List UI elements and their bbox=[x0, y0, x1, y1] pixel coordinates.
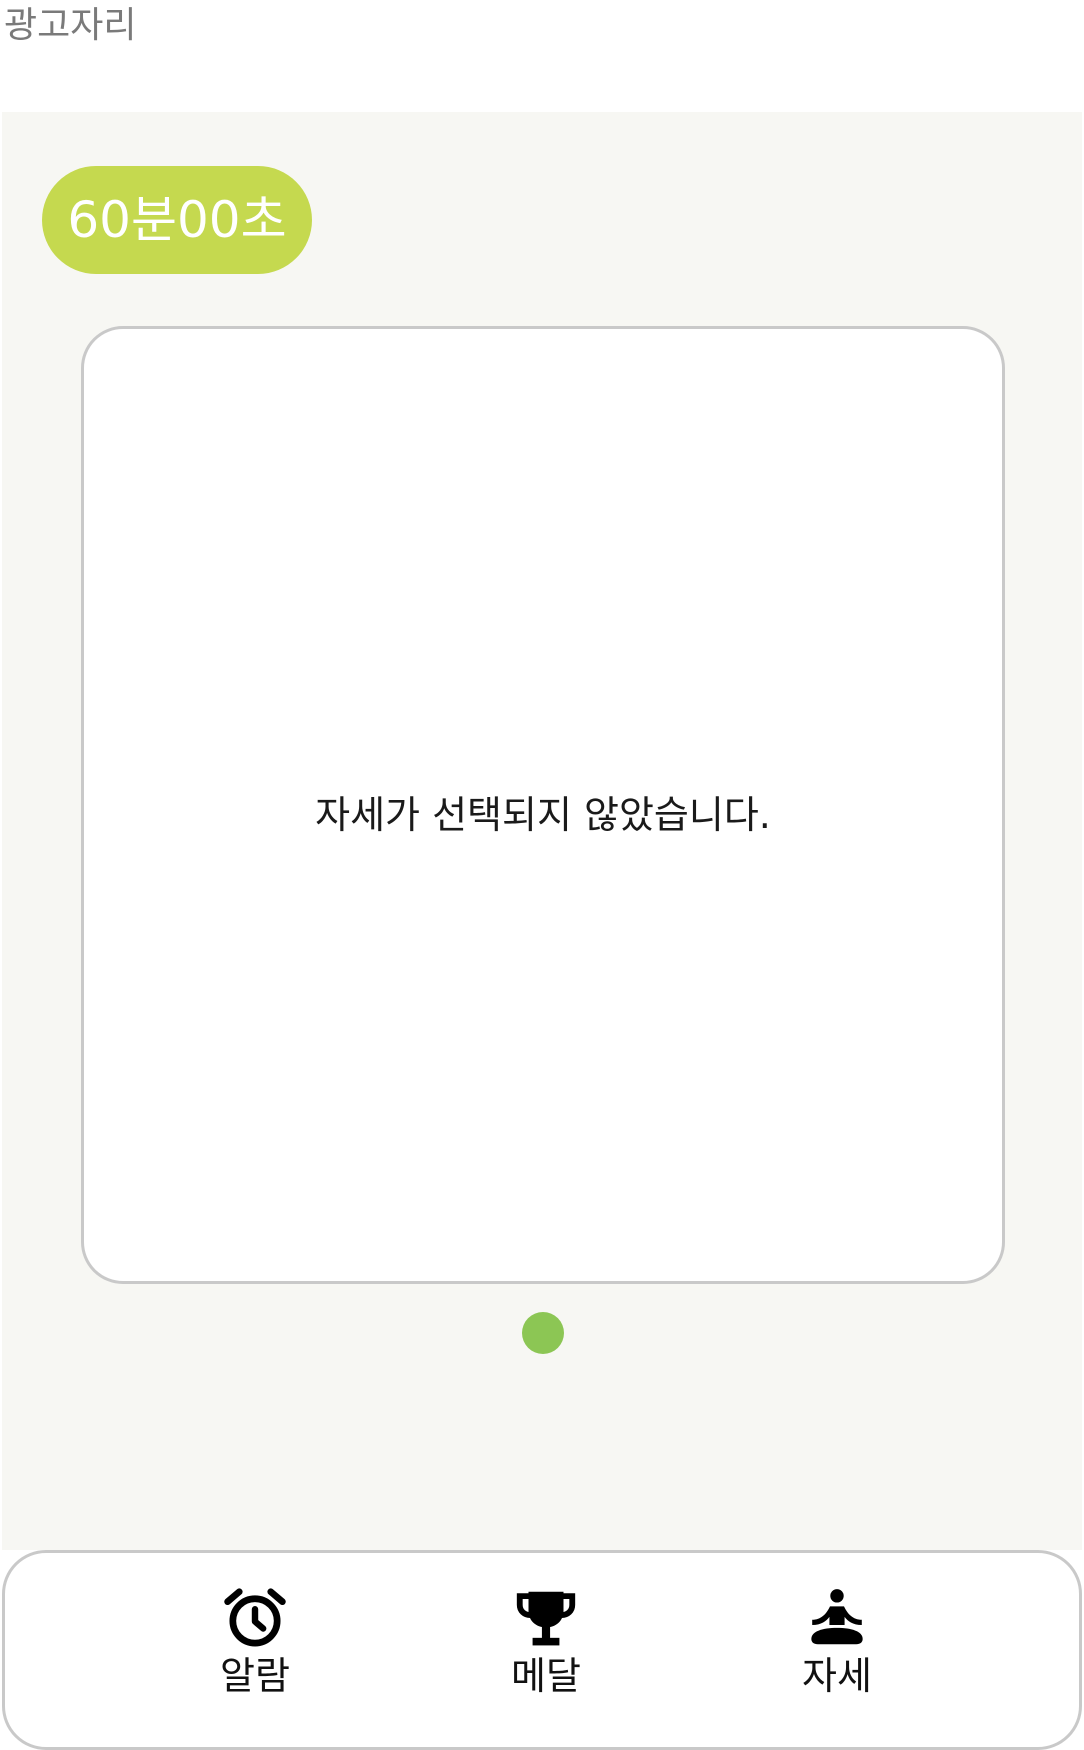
empty-pose-message: 자세가 선택되지 않았습니다. bbox=[315, 792, 771, 837]
pose-card[interactable]: 자세가 선택되지 않았습니다. bbox=[81, 326, 1005, 1284]
nav-item-alarm[interactable]: 알람 bbox=[165, 1583, 345, 1723]
nav-item-pose[interactable]: 자세 bbox=[747, 1583, 927, 1723]
ad-banner: 광고자리 bbox=[0, 0, 1084, 112]
nav-label-alarm: 알람 bbox=[220, 1654, 290, 1698]
ad-placeholder-label: 광고자리 bbox=[4, 5, 137, 46]
bottom-navigation: 알람 메달 자세 bbox=[2, 1550, 1082, 1750]
main-content: 60분00초 자세가 선택되지 않았습니다. bbox=[2, 112, 1082, 1550]
nav-item-medal[interactable]: 메달 bbox=[456, 1583, 636, 1723]
nav-label-pose: 자세 bbox=[802, 1654, 872, 1698]
timer-badge[interactable]: 60분00초 bbox=[42, 166, 312, 274]
meditation-pose-icon bbox=[811, 1589, 863, 1645]
nav-label-medal: 메달 bbox=[511, 1654, 581, 1698]
trophy-icon bbox=[516, 1591, 576, 1646]
page-indicator-dot bbox=[522, 1312, 564, 1354]
alarm-clock-icon bbox=[224, 1588, 286, 1647]
